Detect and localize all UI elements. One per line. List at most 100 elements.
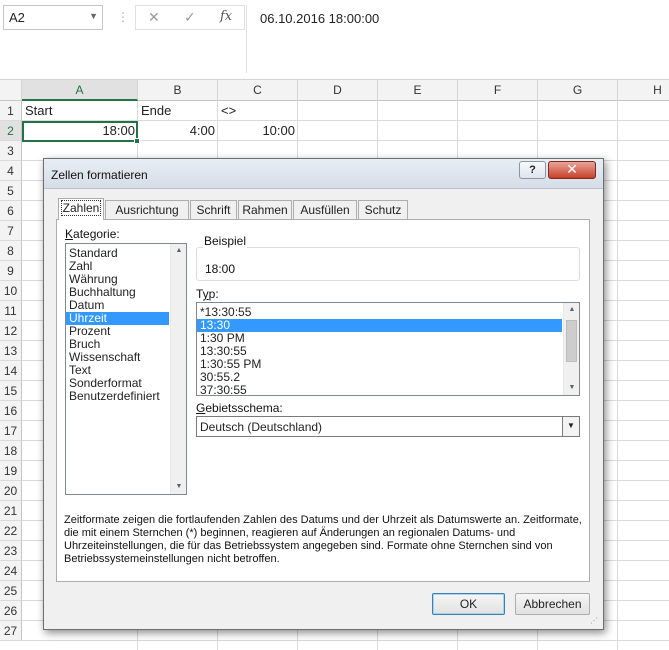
formula-buttons: ✕ ✓ fx xyxy=(135,5,245,30)
help-button[interactable]: ? xyxy=(519,161,546,179)
type-list-item[interactable]: 1:30:55 PM xyxy=(197,358,562,371)
tab-label: Schutz xyxy=(364,203,402,217)
chevron-down-icon[interactable]: ▼ xyxy=(562,417,579,436)
row-header-7[interactable]: 7 xyxy=(0,221,22,241)
row-header-10[interactable]: 10 xyxy=(0,281,22,301)
row-header-16[interactable]: 16 xyxy=(0,401,22,421)
row-header-4[interactable]: 4 xyxy=(0,161,22,181)
row-header-1[interactable]: 1 xyxy=(0,101,22,121)
format-cells-dialog: Zellen formatieren ? ✕ Zahlen Ausrichtung… xyxy=(43,158,604,630)
scroll-down-icon[interactable]: ▼ xyxy=(564,381,579,395)
dialog-titlebar[interactable]: Zellen formatieren ? ✕ xyxy=(44,159,603,189)
tab-label: Rahmen xyxy=(242,203,288,217)
type-scrollbar[interactable]: ▲ ▼ xyxy=(563,303,579,395)
grid-column-line xyxy=(617,101,618,650)
format-description: Zeitformate zeigen die fortlaufenden Zah… xyxy=(64,514,582,565)
row-header-14[interactable]: 14 xyxy=(0,361,22,381)
row-header-25[interactable]: 25 xyxy=(0,581,22,601)
name-box[interactable]: A2 ▼ xyxy=(3,5,103,30)
insert-function-icon[interactable]: fx xyxy=(220,9,232,24)
cell-c2[interactable]: 10:00 xyxy=(218,121,298,141)
column-header-d[interactable]: D xyxy=(298,80,378,101)
scroll-up-icon[interactable]: ▲ xyxy=(171,244,186,258)
tab-label: Schrift xyxy=(196,203,231,217)
row-header-13[interactable]: 13 xyxy=(0,341,22,361)
cancel-button[interactable]: Abbrechen xyxy=(515,593,590,615)
category-list-items: Standard Zahl Währung Buchhaltung Datum Uhrze… xyxy=(66,244,186,403)
column-header-f[interactable]: F xyxy=(458,80,538,101)
row-header-23[interactable]: 23 xyxy=(0,541,22,561)
row-header-11[interactable]: 11 xyxy=(0,301,22,321)
fill-handle[interactable] xyxy=(134,138,140,144)
locale-value: Deutsch (Deutschland) xyxy=(200,420,323,434)
row-header-19[interactable]: 19 xyxy=(0,461,22,481)
tab-schutz[interactable]: Schutz xyxy=(358,200,408,219)
row-header-8[interactable]: 8 xyxy=(0,241,22,261)
tab-zahlen[interactable]: Zahlen xyxy=(58,198,104,220)
row-header-18[interactable]: 18 xyxy=(0,441,22,461)
row-header-27[interactable]: 27 xyxy=(0,621,22,641)
sample-value: 18:00 xyxy=(205,262,236,276)
resize-grip-icon[interactable]: ⋰ xyxy=(590,616,600,626)
scroll-down-icon[interactable]: ▼ xyxy=(171,480,186,494)
row-header-20[interactable]: 20 xyxy=(0,481,22,501)
cell-b2[interactable]: 4:00 xyxy=(138,121,218,141)
type-list-item[interactable]: 30:55.2 xyxy=(197,371,562,384)
row-header-26[interactable]: 26 xyxy=(0,601,22,621)
grid-row-line xyxy=(22,640,669,641)
category-scrollbar[interactable]: ▲ ▼ xyxy=(170,244,186,494)
type-list-item[interactable]: 1:30 PM xyxy=(197,332,562,345)
column-header-a[interactable]: A xyxy=(22,80,138,101)
row-header-22[interactable]: 22 xyxy=(0,521,22,541)
category-label: Kategorie: xyxy=(65,227,120,241)
row-header-15[interactable]: 15 xyxy=(0,381,22,401)
column-header-b[interactable]: B xyxy=(138,80,218,101)
row-header-17[interactable]: 17 xyxy=(0,421,22,441)
type-list-items: *13:30:55 13:30 1:30 PM 13:30:55 1:30:55 PM 3… xyxy=(197,303,579,396)
select-all-corner[interactable] xyxy=(0,80,22,101)
enter-icon[interactable]: ✓ xyxy=(184,9,196,26)
row-header-12[interactable]: 12 xyxy=(0,321,22,341)
column-header-e[interactable]: E xyxy=(378,80,458,101)
category-list-item[interactable]: Benutzerdefiniert xyxy=(66,390,169,403)
type-list-item[interactable]: 37:30:55 xyxy=(197,384,562,396)
row-header-9[interactable]: 9 xyxy=(0,261,22,281)
ok-button[interactable]: OK xyxy=(432,593,505,615)
tab-panel-zahlen: Kategorie: Standard Zahl Währung Buchhaltun… xyxy=(56,219,590,582)
tab-rahmen[interactable]: Rahmen xyxy=(238,200,292,219)
formula-input[interactable]: 06.10.2016 18:00:00 xyxy=(246,5,669,73)
selection-border xyxy=(22,121,140,144)
sample-group: Beispiel 18:00 xyxy=(196,234,580,281)
type-listbox[interactable]: *13:30:55 13:30 1:30 PM 13:30:55 1:30:55 PM 3… xyxy=(196,302,580,396)
row-header-6[interactable]: 6 xyxy=(0,201,22,221)
cell-c1[interactable]: <> xyxy=(218,101,298,121)
cell-a1[interactable]: Start xyxy=(22,101,138,121)
column-header-g[interactable]: G xyxy=(538,80,618,101)
column-header-c[interactable]: C xyxy=(218,80,298,101)
tab-ausfuellen[interactable]: Ausfüllen xyxy=(293,200,357,219)
category-listbox[interactable]: Standard Zahl Währung Buchhaltung Datum Uhrze… xyxy=(65,243,187,495)
type-list-item[interactable]: *13:30:55 xyxy=(197,306,562,319)
tab-ausrichtung[interactable]: Ausrichtung xyxy=(105,200,189,219)
cancel-icon[interactable]: ✕ xyxy=(148,9,160,26)
cell-b1[interactable]: Ende xyxy=(138,101,218,121)
column-header-h[interactable]: H xyxy=(618,80,669,101)
sample-label: Beispiel xyxy=(203,234,248,248)
chevron-down-icon[interactable]: ▼ xyxy=(89,11,98,21)
row-header-24[interactable]: 24 xyxy=(0,561,22,581)
dialog-title: Zellen formatieren xyxy=(51,168,148,182)
row-header-5[interactable]: 5 xyxy=(0,181,22,201)
close-button[interactable]: ✕ xyxy=(548,161,596,179)
row-header-2[interactable]: 2 xyxy=(0,121,22,141)
row-header-21[interactable]: 21 xyxy=(0,501,22,521)
locale-select[interactable]: Deutsch (Deutschland) ▼ xyxy=(196,416,580,437)
name-box-value: A2 xyxy=(9,10,25,25)
formula-bar-grip-icon: ⋮ xyxy=(117,10,129,24)
tab-schrift[interactable]: Schrift xyxy=(190,200,237,219)
scroll-thumb[interactable] xyxy=(566,320,577,362)
type-list-item[interactable]: 13:30 xyxy=(197,319,562,332)
scroll-up-icon[interactable]: ▲ xyxy=(564,303,579,317)
locale-label: Gebietsschema: xyxy=(196,401,283,415)
row-header-3[interactable]: 3 xyxy=(0,141,22,161)
formula-bar: A2 ▼ ⋮ ✕ ✓ fx 06.10.2016 18:00:00 xyxy=(0,0,669,80)
